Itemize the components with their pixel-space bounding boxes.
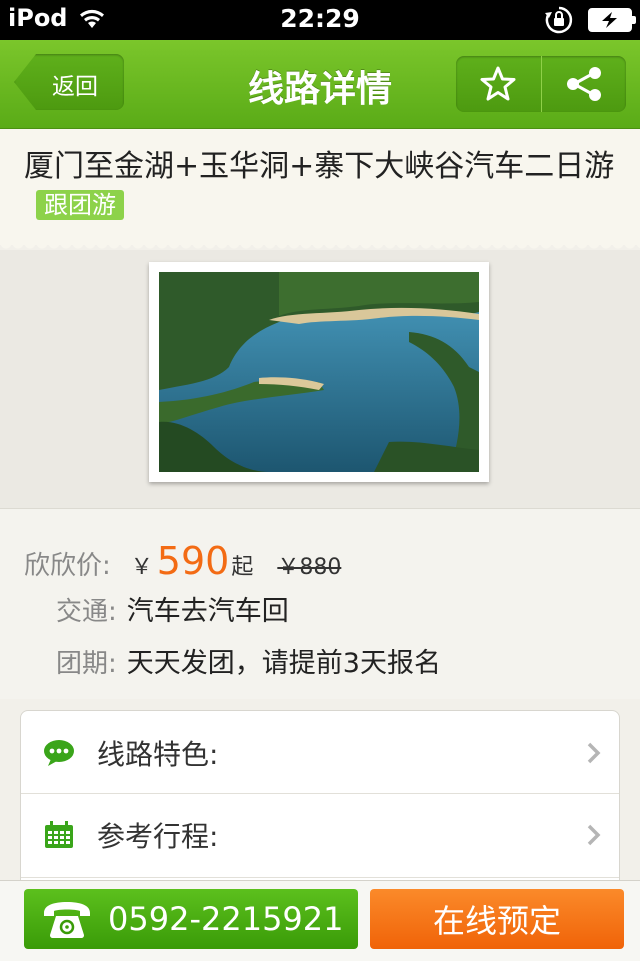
- telephone-icon: [44, 902, 90, 938]
- route-title-text: 厦门至金湖+玉华洞+寨下大峡谷汽车二日游: [24, 149, 615, 184]
- route-photo-frame[interactable]: [149, 262, 489, 482]
- phone-number: 0592-2215921: [108, 900, 344, 938]
- original-price: ￥880: [277, 555, 342, 580]
- chevron-right-icon: [587, 824, 601, 846]
- route-info: 欣欣价: ￥ 590 起 ￥880 交通: 汽车去汽车回 团期: 天天发团，请提…: [0, 509, 640, 699]
- route-title: 厦门至金湖+玉华洞+寨下大峡谷汽车二日游跟团游: [24, 147, 624, 227]
- share-icon: [566, 67, 601, 101]
- calendar-icon: [45, 821, 73, 848]
- group-tour-tag: 跟团游: [36, 190, 124, 220]
- status-bar: iPod 22:29: [0, 0, 640, 40]
- menu-item-label: 参考行程:: [97, 820, 219, 853]
- transport-value: 汽车去汽车回: [126, 596, 289, 627]
- bottom-bar: 0592-2215921 在线预定: [0, 880, 640, 961]
- favorite-button[interactable]: [456, 56, 541, 112]
- chevron-right-icon: [587, 742, 601, 764]
- route-photo: [159, 272, 479, 472]
- battery-icon: [588, 8, 636, 32]
- book-online-button[interactable]: 在线预定: [370, 889, 624, 949]
- menu-item-itinerary[interactable]: 参考行程:: [21, 795, 619, 875]
- rotation-lock-icon: [545, 6, 573, 34]
- menu-item-label: 线路特色:: [97, 738, 219, 771]
- transport-row: 交通: 汽车去汽车回: [56, 589, 289, 628]
- current-price: 590: [156, 539, 230, 583]
- image-section: [0, 250, 640, 509]
- share-button[interactable]: [542, 56, 627, 112]
- menu-item-features[interactable]: 线路特色:: [21, 713, 619, 793]
- price-row: 欣欣价: ￥ 590 起 ￥880: [24, 539, 341, 583]
- nav-bar: 返回 线路详情: [0, 40, 640, 129]
- chat-bubble-icon: [44, 740, 74, 766]
- schedule-label: 团期:: [56, 649, 117, 679]
- star-icon: [480, 66, 516, 101]
- detail-menu: 线路特色: 参考行程:: [20, 710, 620, 902]
- schedule-value: 天天发团，请提前3天报名: [126, 648, 441, 679]
- route-header: 厦门至金湖+玉华洞+寨下大峡谷汽车二日游跟团游: [0, 129, 640, 251]
- price-suffix: 起: [231, 555, 254, 580]
- nav-actions: [456, 56, 626, 112]
- price-label: 欣欣价:: [24, 551, 111, 581]
- schedule-row: 团期: 天天发团，请提前3天报名: [56, 641, 441, 680]
- transport-label: 交通:: [56, 597, 117, 627]
- call-button[interactable]: 0592-2215921: [24, 889, 358, 949]
- currency-symbol: ￥: [130, 555, 153, 580]
- status-right: [544, 5, 636, 35]
